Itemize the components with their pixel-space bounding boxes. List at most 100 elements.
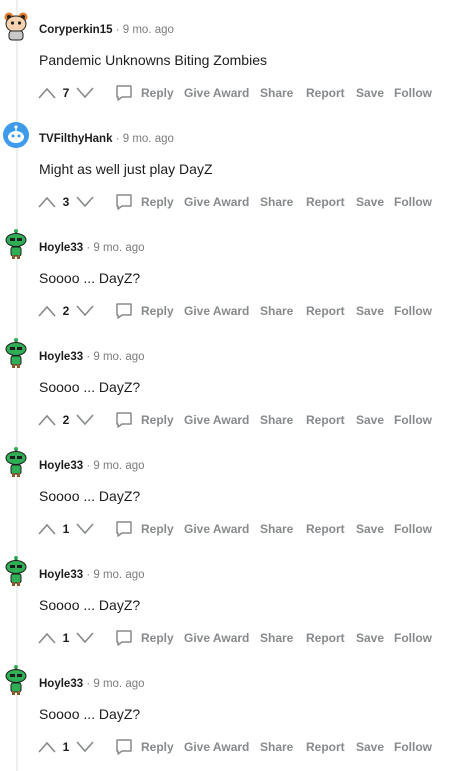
- comment-timestamp[interactable]: 9 mo. ago: [93, 678, 144, 690]
- upvote-icon[interactable]: [36, 626, 58, 650]
- downvote-icon[interactable]: [74, 408, 96, 432]
- downvote-icon[interactable]: [74, 299, 96, 323]
- upvote-icon[interactable]: [36, 299, 58, 323]
- comment-timestamp[interactable]: 9 mo. ago: [123, 24, 174, 36]
- green-snoo-avatar-icon[interactable]: [2, 555, 30, 587]
- reply-button[interactable]: Reply: [114, 408, 174, 432]
- orange-snoo-avatar-icon[interactable]: [2, 10, 30, 42]
- give-award-button[interactable]: Give Award: [184, 517, 249, 541]
- comment-actions: 1 Reply Give Award Share Report Save Fol…: [36, 517, 456, 541]
- follow-button[interactable]: Follow: [394, 626, 432, 650]
- report-button[interactable]: Report: [306, 735, 345, 759]
- comment-timestamp[interactable]: 9 mo. ago: [93, 351, 144, 363]
- save-button[interactable]: Save: [356, 408, 384, 432]
- username-link[interactable]: Hoyle33: [39, 242, 83, 254]
- report-button[interactable]: Report: [306, 626, 345, 650]
- downvote-icon[interactable]: [74, 517, 96, 541]
- upvote-icon[interactable]: [36, 408, 58, 432]
- give-award-button[interactable]: Give Award: [184, 299, 249, 323]
- save-button[interactable]: Save: [356, 190, 384, 214]
- comment-timestamp[interactable]: 9 mo. ago: [93, 242, 144, 254]
- share-button[interactable]: Share: [260, 517, 293, 541]
- username-link[interactable]: Hoyle33: [39, 460, 83, 472]
- follow-button[interactable]: Follow: [394, 408, 432, 432]
- downvote-icon[interactable]: [74, 190, 96, 214]
- comment-meta: Hoyle33 · 9 mo. ago: [39, 678, 145, 690]
- report-button[interactable]: Report: [306, 408, 345, 432]
- upvote-icon[interactable]: [36, 81, 58, 105]
- vote-score: 1: [62, 522, 70, 536]
- share-button[interactable]: Share: [260, 626, 293, 650]
- report-button[interactable]: Report: [306, 81, 345, 105]
- save-button[interactable]: Save: [356, 81, 384, 105]
- follow-button[interactable]: Follow: [394, 735, 432, 759]
- upvote-icon[interactable]: [36, 190, 58, 214]
- comment-body: Soooo ... DayZ?: [39, 706, 141, 722]
- downvote-icon[interactable]: [74, 626, 96, 650]
- follow-button[interactable]: Follow: [394, 299, 432, 323]
- username-link[interactable]: TVFilthyHank: [39, 133, 112, 145]
- share-button[interactable]: Share: [260, 190, 293, 214]
- downvote-icon[interactable]: [74, 81, 96, 105]
- comment-timestamp[interactable]: 9 mo. ago: [123, 133, 174, 145]
- comment-body: Might as well just play DayZ: [39, 161, 213, 177]
- green-snoo-avatar-icon[interactable]: [2, 337, 30, 369]
- save-button[interactable]: Save: [356, 517, 384, 541]
- upvote-icon[interactable]: [36, 517, 58, 541]
- save-button[interactable]: Save: [356, 735, 384, 759]
- give-award-button[interactable]: Give Award: [184, 81, 249, 105]
- comment-actions: 1 Reply Give Award Share Report Save Fol…: [36, 735, 456, 759]
- username-link[interactable]: Hoyle33: [39, 351, 83, 363]
- comment: Hoyle33 · 9 mo. ago Soooo ... DayZ? 2 Re…: [0, 327, 461, 436]
- blue-snoo-avatar-icon[interactable]: [2, 119, 30, 151]
- share-button[interactable]: Share: [260, 81, 293, 105]
- comment-meta: Hoyle33 · 9 mo. ago: [39, 351, 145, 363]
- reply-button[interactable]: Reply: [114, 517, 174, 541]
- vote-score: 2: [62, 304, 70, 318]
- share-button[interactable]: Share: [260, 408, 293, 432]
- comment-actions: 3 Reply Give Award Share Report Save Fol…: [36, 190, 456, 214]
- downvote-icon[interactable]: [74, 735, 96, 759]
- give-award-button[interactable]: Give Award: [184, 626, 249, 650]
- comment-body: Soooo ... DayZ?: [39, 488, 141, 504]
- follow-button[interactable]: Follow: [394, 517, 432, 541]
- report-button[interactable]: Report: [306, 299, 345, 323]
- reply-button[interactable]: Reply: [114, 626, 174, 650]
- comment-timestamp[interactable]: 9 mo. ago: [93, 460, 144, 472]
- save-button[interactable]: Save: [356, 626, 384, 650]
- green-snoo-avatar-icon[interactable]: [2, 446, 30, 478]
- reply-bubble-icon: [116, 85, 132, 101]
- follow-button[interactable]: Follow: [394, 190, 432, 214]
- reply-bubble-icon: [116, 412, 132, 428]
- username-link[interactable]: Coryperkin15: [39, 24, 113, 36]
- comment-body: Soooo ... DayZ?: [39, 379, 141, 395]
- green-snoo-avatar-icon[interactable]: [2, 664, 30, 696]
- reply-button[interactable]: Reply: [114, 81, 174, 105]
- vote-score: 7: [62, 86, 70, 100]
- comment-timestamp[interactable]: 9 mo. ago: [93, 569, 144, 581]
- share-button[interactable]: Share: [260, 735, 293, 759]
- username-link[interactable]: Hoyle33: [39, 678, 83, 690]
- give-award-button[interactable]: Give Award: [184, 190, 249, 214]
- comment: Hoyle33 · 9 mo. ago Soooo ... DayZ? 2 Re…: [0, 218, 461, 327]
- reply-button[interactable]: Reply: [114, 299, 174, 323]
- upvote-icon[interactable]: [36, 735, 58, 759]
- give-award-button[interactable]: Give Award: [184, 735, 249, 759]
- comment: TVFilthyHank · 9 mo. ago Might as well j…: [0, 109, 461, 218]
- give-award-button[interactable]: Give Award: [184, 408, 249, 432]
- vote-score: 3: [62, 195, 70, 209]
- username-link[interactable]: Hoyle33: [39, 569, 83, 581]
- reply-bubble-icon: [116, 630, 132, 646]
- reply-button[interactable]: Reply: [114, 735, 174, 759]
- reply-button[interactable]: Reply: [114, 190, 174, 214]
- reply-bubble-icon: [116, 194, 132, 210]
- vote-score: 2: [62, 413, 70, 427]
- save-button[interactable]: Save: [356, 299, 384, 323]
- follow-button[interactable]: Follow: [394, 81, 432, 105]
- report-button[interactable]: Report: [306, 190, 345, 214]
- green-snoo-avatar-icon[interactable]: [2, 228, 30, 260]
- comment: Hoyle33 · 9 mo. ago Soooo ... DayZ? 1 Re…: [0, 436, 461, 545]
- comment-meta: Hoyle33 · 9 mo. ago: [39, 460, 145, 472]
- share-button[interactable]: Share: [260, 299, 293, 323]
- report-button[interactable]: Report: [306, 517, 345, 541]
